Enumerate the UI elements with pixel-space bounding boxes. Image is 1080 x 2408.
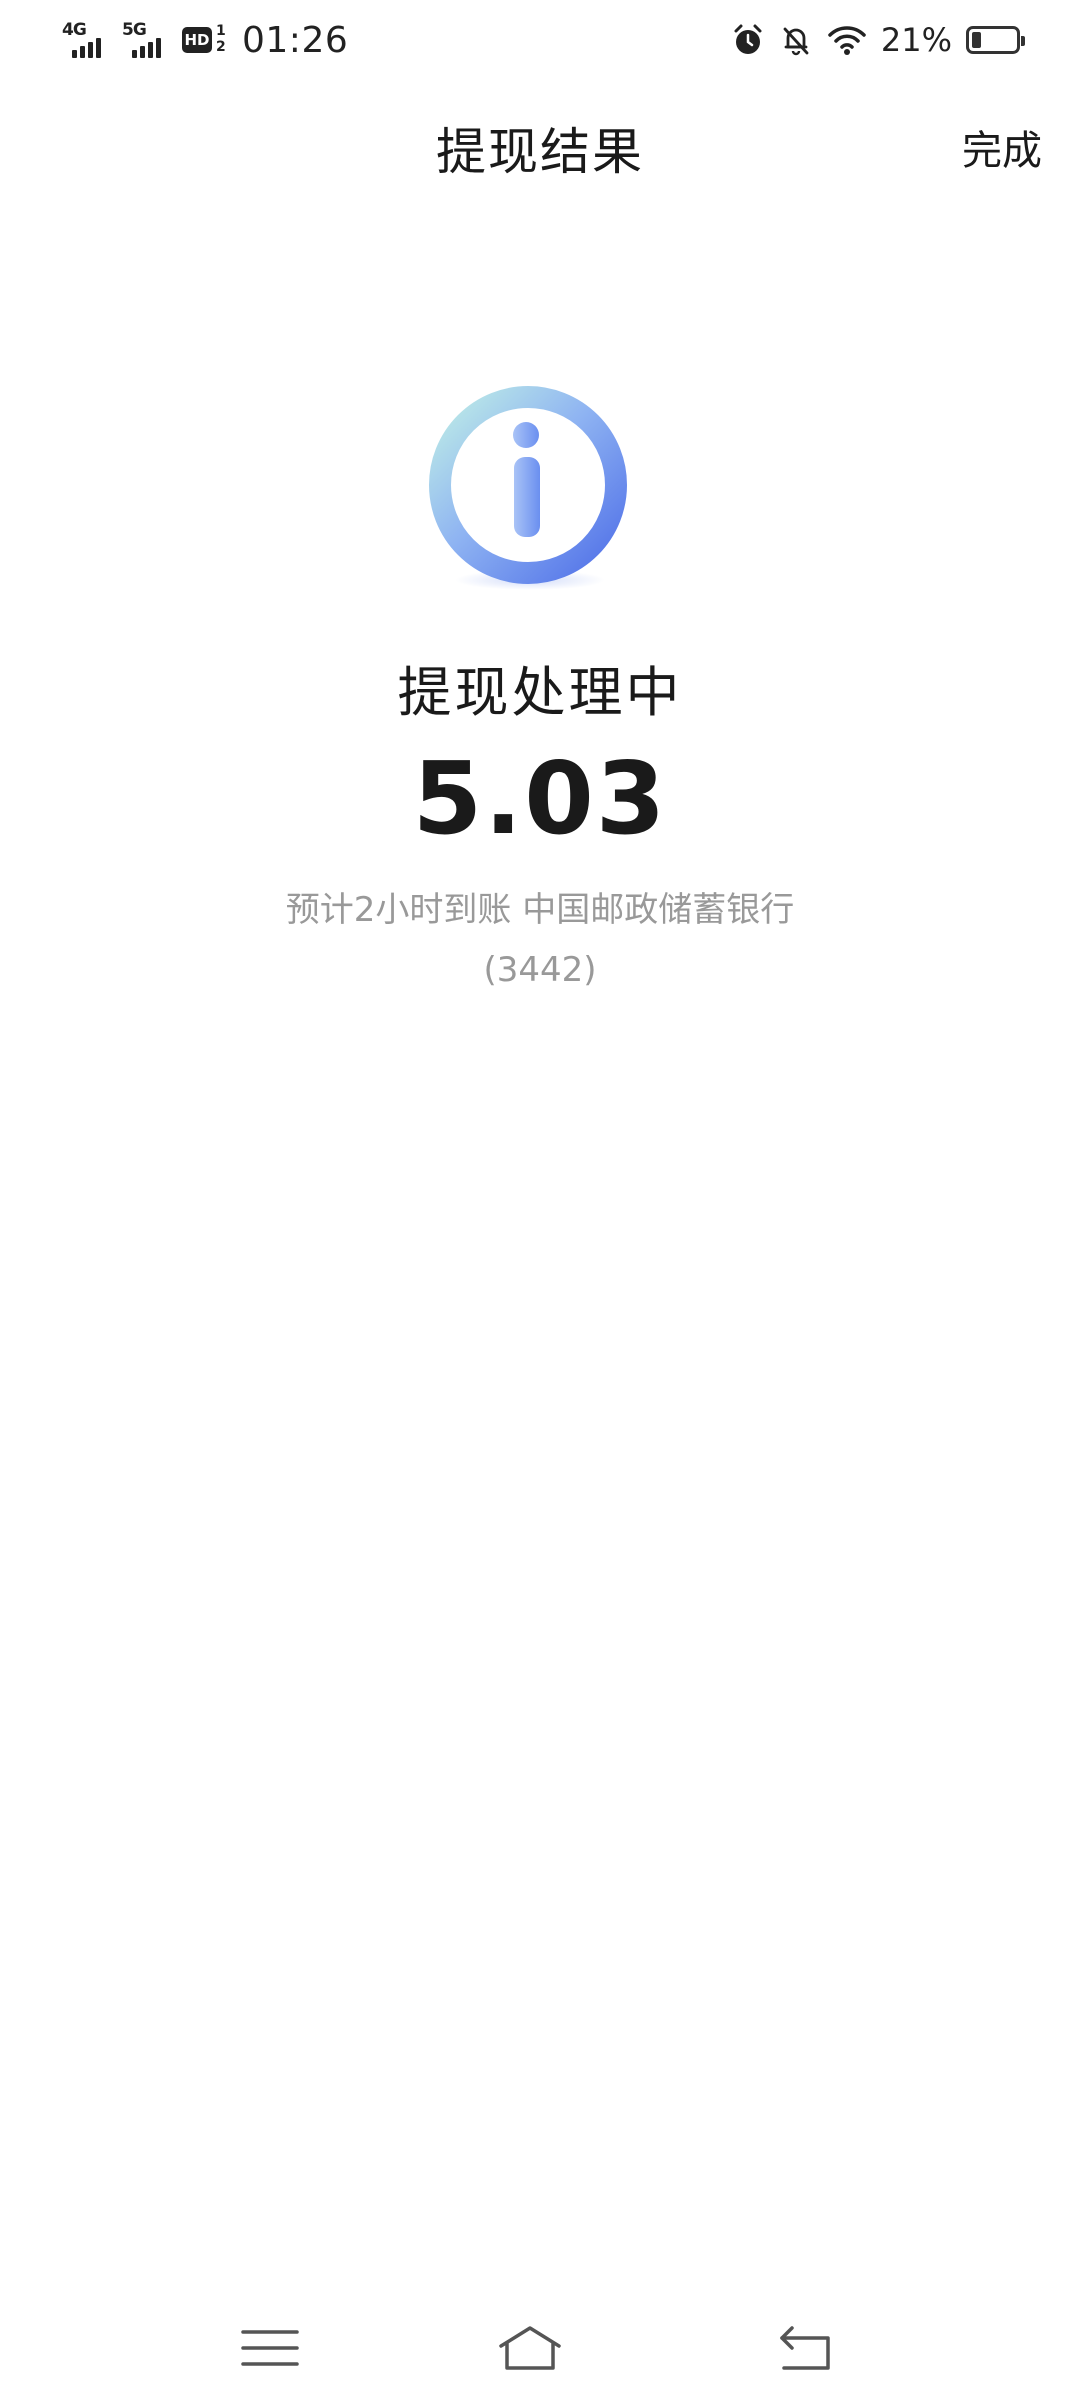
arrival-description: 预计2小时到账 中国邮政储蓄银行 (3442) bbox=[0, 880, 1080, 1000]
alarm-icon bbox=[734, 24, 762, 54]
battery-percent: 21% bbox=[880, 21, 952, 59]
status-title: 提现处理中 bbox=[397, 661, 683, 724]
done-button[interactable]: 完成 bbox=[962, 118, 1042, 176]
status-bar-right: 21% bbox=[731, 14, 1025, 66]
back-icon[interactable] bbox=[770, 2318, 840, 2378]
sim1-network-label: 4G bbox=[62, 20, 87, 40]
navigation-bar bbox=[0, 2288, 1080, 2408]
page-title: 提现结果 bbox=[436, 123, 644, 181]
battery-fill bbox=[972, 32, 981, 48]
battery-icon bbox=[966, 26, 1025, 54]
hd-label: HD bbox=[182, 27, 212, 53]
home-icon[interactable] bbox=[495, 2318, 565, 2378]
status-time: 01:26 bbox=[242, 19, 349, 61]
status-bar: 4G 5G HD 12 01:26 21% bbox=[0, 0, 1080, 80]
sim2-network-label: 5G bbox=[122, 20, 147, 40]
amount-value: 5.03 bbox=[412, 740, 668, 857]
hd-voice-icon: HD 12 bbox=[182, 23, 228, 57]
info-icon bbox=[429, 386, 627, 590]
bell-off-icon bbox=[783, 27, 809, 56]
arrival-description-line2: (3442) bbox=[483, 950, 597, 990]
arrival-description-line1: 预计2小时到账 中国邮政储蓄银行 bbox=[285, 890, 795, 930]
hd-sub-top: 1 bbox=[216, 23, 226, 39]
sim2-signal-icon: 5G bbox=[122, 20, 172, 60]
menu-icon[interactable] bbox=[235, 2318, 305, 2378]
sim1-signal-icon: 4G bbox=[62, 20, 112, 60]
wifi-icon bbox=[828, 26, 866, 55]
hd-sub-bottom: 2 bbox=[216, 39, 226, 55]
status-bar-left: 4G 5G HD 12 01:26 bbox=[62, 14, 348, 66]
